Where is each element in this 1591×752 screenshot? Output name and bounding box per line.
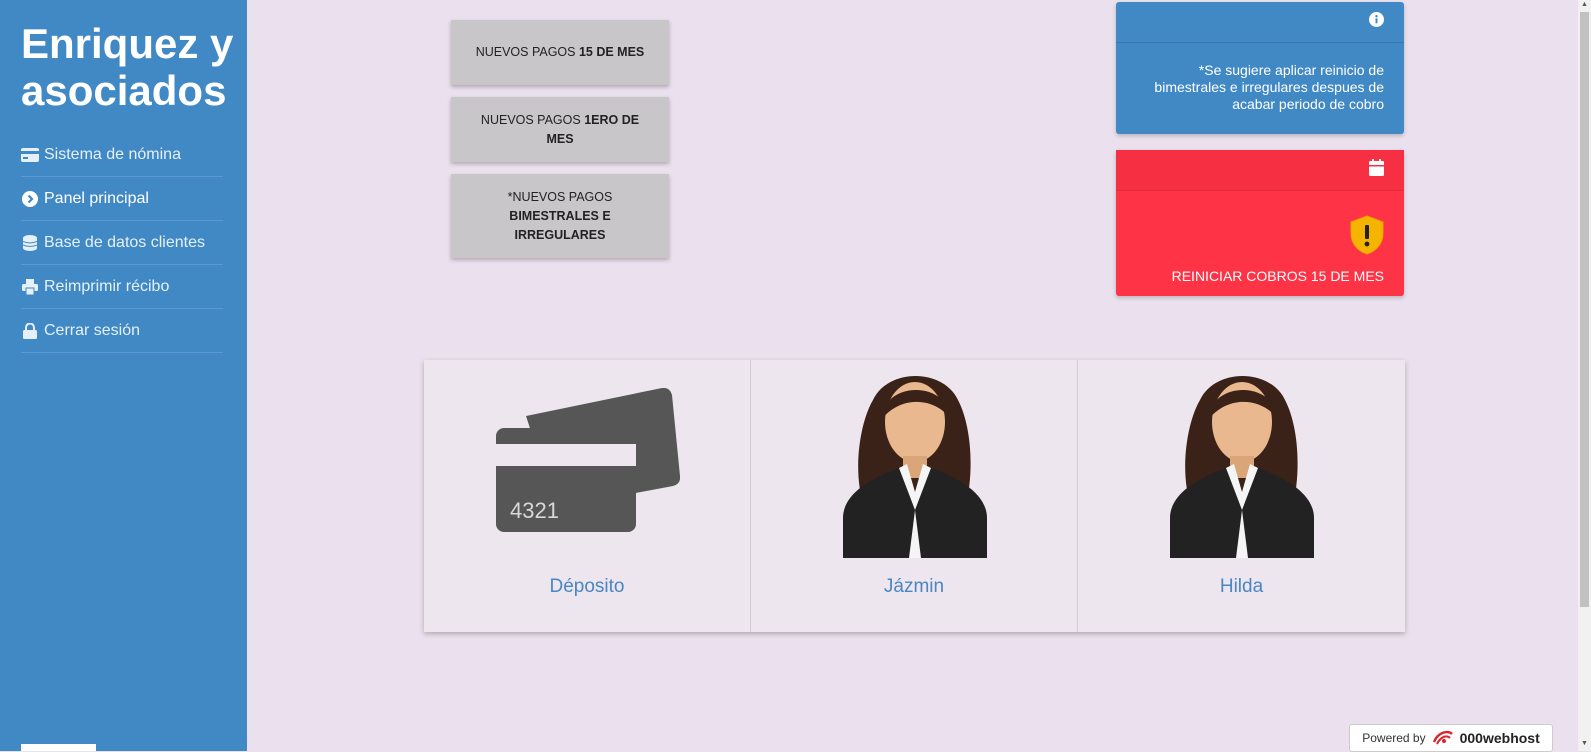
info-card-header: [1116, 2, 1404, 43]
button-label: NUEVOS PAGOS 1ERO DE MES: [480, 112, 640, 146]
scroll-up-arrow-icon[interactable]: ▲: [1581, 1, 1588, 8]
sidebar: Enriquez y asociados Sistema de nómina P…: [0, 0, 247, 751]
reset-card-header: [1116, 150, 1404, 191]
sidebar-item-sistema-nomina[interactable]: Sistema de nómina: [21, 133, 223, 177]
lock-icon: [21, 322, 39, 340]
profile-name: Hilda: [1219, 576, 1264, 597]
reset-cobros-card[interactable]: REINICIAR COBROS 15 DE MES: [1116, 150, 1404, 296]
webhost-logo-icon: [1432, 728, 1454, 749]
printer-icon: [21, 278, 39, 296]
warning-shield-icon: [1350, 215, 1384, 259]
info-card: *Se sugiere aplicar reinicio de bimestra…: [1116, 2, 1404, 134]
profile-card-hilda[interactable]: Hilda: [1078, 360, 1405, 632]
sidebar-nav: Sistema de nómina Panel principal Base d…: [21, 133, 223, 353]
profile-cards: 4321 Déposito Jázmin Hilda: [424, 360, 1405, 632]
sidebar-item-label: Panel principal: [44, 189, 149, 207]
sidebar-item-reimprimir[interactable]: Reimprimir récibo: [21, 265, 223, 309]
card-number: 4321: [510, 498, 559, 523]
profile-card-deposito[interactable]: 4321 Déposito: [424, 360, 751, 632]
credit-card-icon: [21, 146, 39, 164]
profile-name: Jázmin: [883, 576, 945, 597]
sidebar-item-cerrar-sesion[interactable]: Cerrar sesión: [21, 309, 223, 353]
page-scrollbar[interactable]: ▲ ▼: [1578, 0, 1591, 751]
nuevos-pagos-1ero-button[interactable]: NUEVOS PAGOS 1ERO DE MES: [451, 97, 669, 162]
businesswoman-avatar: [843, 376, 987, 558]
reset-cobros-label: REINICIAR COBROS 15 DE MES: [1171, 268, 1384, 284]
credit-card-image: 4321: [496, 388, 680, 532]
button-label: *NUEVOS PAGOS BIMESTRALES E IRREGULARES: [507, 189, 613, 242]
host-name: 000webhost: [1459, 730, 1540, 746]
powered-by-badge[interactable]: Powered by 000webhost: [1349, 724, 1553, 752]
brand-title: Enriquez y asociados: [21, 20, 234, 114]
calendar-icon: [1369, 159, 1384, 181]
profile-card-jazmin[interactable]: Jázmin: [751, 360, 1078, 632]
scroll-down-arrow-icon[interactable]: ▼: [1581, 740, 1588, 747]
nuevos-pagos-15-button[interactable]: NUEVOS PAGOS 15 DE MES: [451, 20, 669, 85]
sidebar-item-label: Sistema de nómina: [44, 145, 181, 163]
nuevos-pagos-bimestrales-button[interactable]: *NUEVOS PAGOS BIMESTRALES E IRREGULARES: [451, 174, 669, 258]
sidebar-item-label: Reimprimir récibo: [44, 277, 170, 295]
profile-name: Déposito: [549, 576, 625, 597]
scrollbar-thumb[interactable]: [1580, 12, 1589, 607]
sidebar-footer-badge: [21, 744, 96, 751]
powered-by-label: Powered by: [1362, 731, 1426, 745]
info-card-text: *Se sugiere aplicar reinicio de bimestra…: [1154, 62, 1384, 112]
button-label: NUEVOS PAGOS 15 DE MES: [475, 45, 645, 59]
chevron-circle-right-icon: [21, 190, 39, 208]
sidebar-item-panel-principal[interactable]: Panel principal: [21, 177, 223, 221]
businesswoman-avatar: [1170, 376, 1314, 558]
database-icon: [21, 234, 39, 252]
sidebar-item-label: Base de datos clientes: [44, 233, 205, 251]
info-icon: [1369, 12, 1384, 32]
sidebar-item-label: Cerrar sesión: [44, 321, 141, 339]
sidebar-item-base-datos[interactable]: Base de datos clientes: [21, 221, 223, 265]
